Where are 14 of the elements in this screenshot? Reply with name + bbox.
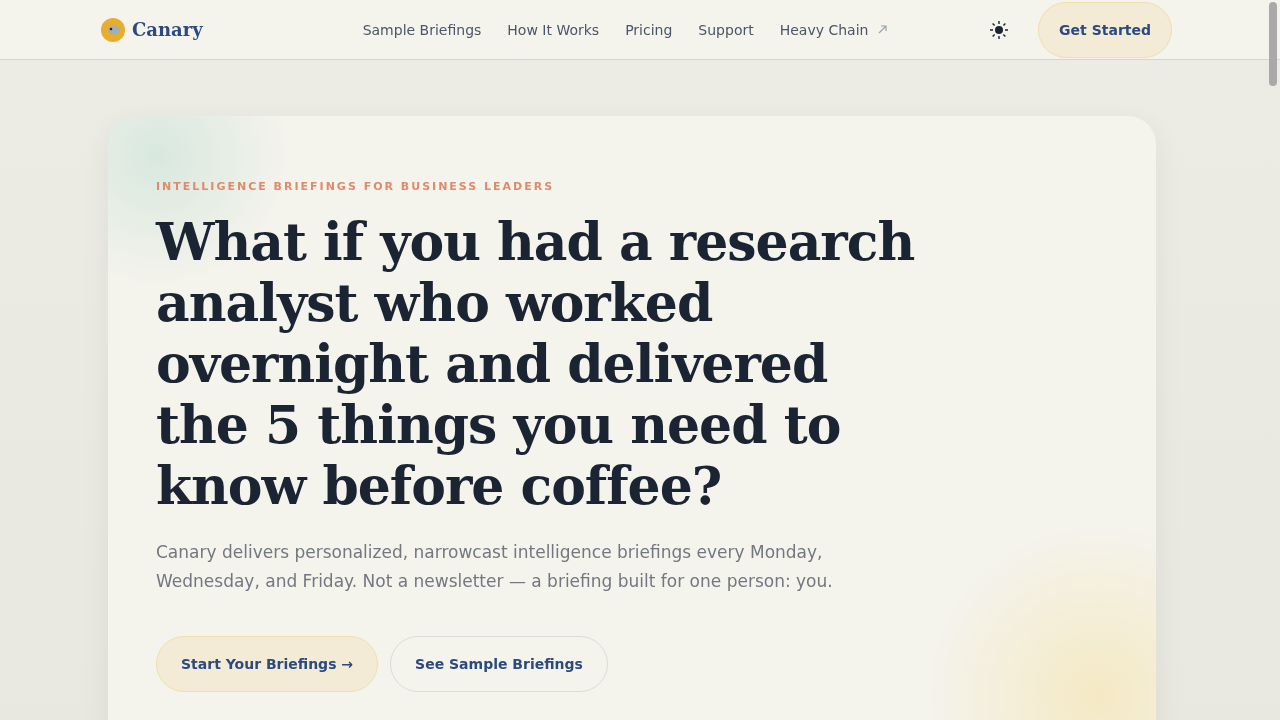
nav-link[interactable]: Support	[698, 21, 754, 38]
nav-link[interactable]: Sample Briefings	[362, 21, 482, 38]
get-started-button[interactable]: Get Started	[1038, 1, 1172, 58]
hero-description: Canary delivers personalized, narrowcast intelligence briefings every Monday, Wednesday, and Friday. Not a newsletter — a briefing built for one person: you.	[156, 541, 834, 593]
bird-logo-icon	[100, 16, 126, 43]
brand-name[interactable]: Canary	[132, 19, 203, 40]
nav-link[interactable]: How It Works	[507, 21, 600, 38]
scrollbar[interactable]	[1269, 2, 1277, 86]
eyebrow-text: INTELLIGENCE BRIEFINGS FOR BUSINESS LEADERS	[156, 180, 556, 193]
nav-link[interactable]: Pricing	[625, 21, 673, 38]
sun-icon[interactable]	[990, 20, 1009, 39]
nav-link[interactable]: Heavy Chain	[779, 21, 888, 38]
start-briefings-button[interactable]: Start Your Briefings →	[156, 636, 379, 692]
hero-headline: What if you had a research analyst who worked overnight and delivered the 5 things you need to know before coffee?	[156, 211, 916, 516]
